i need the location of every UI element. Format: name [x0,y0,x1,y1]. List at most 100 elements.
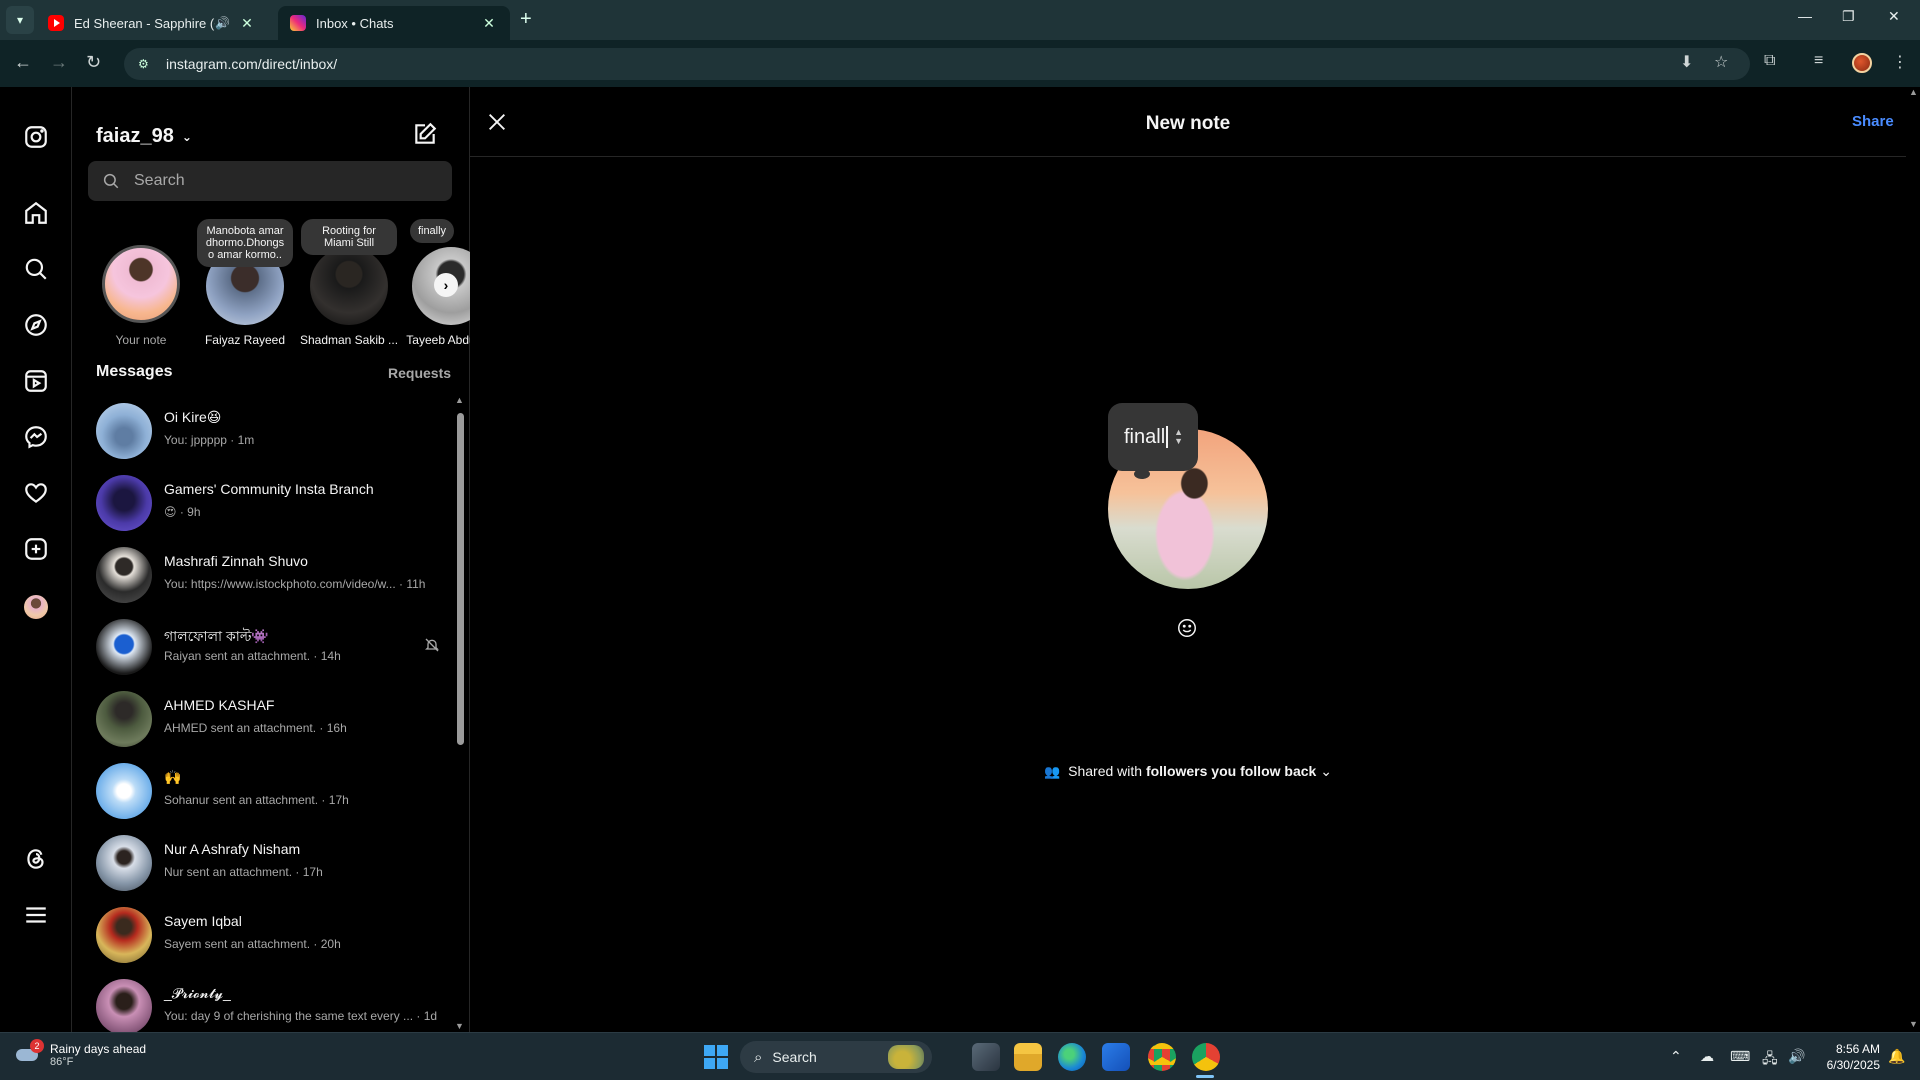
tab-youtube[interactable]: Ed Sheeran - Sapphire (Offi 🔊 ✕ [36,6,268,40]
conversation-item[interactable]: Gamers' Community Insta Branch 😍 · 9h [72,467,452,539]
address-bar[interactable]: ⚙ instagram.com/direct/inbox/ [124,48,1750,80]
page-scrollbar[interactable]: ▲ ▼ [1906,87,1920,1032]
search-icon [103,173,119,189]
instagram-app: faiaz_98 ⌄ Search Your note Manobota ama… [0,87,1920,1032]
spinner-arrows-icon[interactable]: ▲ ▼ [1174,428,1183,446]
scroll-down-icon[interactable]: ▼ [455,1021,464,1031]
speaker-icon[interactable]: 🔊 [215,16,230,30]
system-clock[interactable]: 8:56 AM 6/30/2025 [1810,1041,1880,1073]
people-icon: 👥 [1044,764,1061,779]
file-explorer-icon[interactable] [1014,1043,1042,1071]
reels-icon[interactable] [22,367,50,395]
threads-icon[interactable] [22,845,50,873]
heart-icon[interactable] [22,479,50,507]
note-name: Your note [115,333,167,347]
conversation-name: গালফোলা কাল্ট👾 [164,628,269,644]
account-switcher[interactable]: faiaz_98 ⌄ [96,125,192,148]
share-button[interactable]: Share [1852,113,1894,130]
conversation-item[interactable]: Sayem Iqbal Sayem sent an attachment. · … [72,899,452,971]
conversation-preview: Sayem sent an attachment. · 20h [164,937,341,951]
tab-instagram[interactable]: Inbox • Chats ✕ [278,6,510,40]
install-app-icon[interactable]: ⬇ [1680,52,1693,72]
weather-title: Rainy days ahead [50,1042,147,1056]
weather-widget[interactable]: 2 Rainy days ahead 86°F [14,1039,147,1069]
conversation-item[interactable]: Nur A Ashrafy Nisham Nur sent an attachm… [72,827,452,899]
muted-bell-icon [424,637,440,658]
back-icon[interactable]: ← [14,52,32,73]
conversation-preview: AHMED sent an attachment. · 16h [164,721,347,735]
note-name: Tayeeb Abdu [406,333,470,347]
restore-icon[interactable]: ❐ [1842,8,1855,25]
chrome-active-icon[interactable] [1192,1043,1220,1071]
notes-next-arrow-icon[interactable]: › [434,273,458,297]
instagram-logo-icon[interactable] [22,123,50,151]
close-icon[interactable] [486,111,508,133]
conversation-name: Nur A Ashrafy Nisham [164,841,301,857]
conversation-item[interactable]: Mashrafi Zinnah Shuvo You: https://www.i… [72,539,452,611]
avatar [96,691,152,747]
show-hidden-icons-icon[interactable]: ⌃ [1670,1048,1682,1065]
network-icon[interactable]: 🖧 [1762,1048,1778,1072]
close-window-icon[interactable]: ✕ [1888,8,1900,25]
new-tab-button[interactable]: + [520,8,532,31]
messages-heading: Messages [96,363,173,380]
conversation-item[interactable]: 🙌 Sohanur sent an attachment. · 17h [72,755,452,827]
home-icon[interactable] [22,199,50,227]
note-text-input[interactable]: finall ▲ ▼ [1108,403,1198,471]
profile-avatar-icon[interactable] [1852,53,1872,73]
keyboard-icon[interactable]: ⌨ [1730,1048,1750,1065]
search-input[interactable]: Search [88,161,452,201]
avatar [96,979,152,1032]
scroll-up-icon[interactable]: ▲ [1909,87,1918,97]
store-icon[interactable] [1102,1043,1130,1071]
conversation-scrollbar[interactable]: ▲ ▼ [454,395,466,1032]
clock-time: 8:56 AM [1835,1042,1880,1056]
audience-selector[interactable]: 👥 Shared with followers you follow back … [470,763,1906,780]
conversation-preview: Nur sent an attachment. · 17h [164,865,323,879]
edge-icon[interactable] [1058,1043,1086,1071]
conversation-item[interactable]: _𝓟𝓻𝓲𝓸𝓷𝓽𝔂_ You: day 9 of cherishing the s… [72,971,452,1032]
windows-start-icon[interactable] [704,1045,728,1069]
taskbar-search[interactable]: ⌕ Search [740,1041,932,1073]
bubble-tail [1134,469,1150,479]
scroll-down-icon[interactable]: ▼ [1909,1019,1918,1029]
extensions-icon[interactable]: ⧉ [1764,52,1775,70]
menu-icon[interactable]: ⋮ [1892,52,1908,72]
more-menu-icon[interactable] [22,901,50,929]
reload-icon[interactable]: ↻ [86,52,101,73]
conversation-item[interactable]: AHMED KASHAF AHMED sent an attachment. ·… [72,683,452,755]
chrome-icon[interactable] [1148,1043,1176,1071]
scroll-thumb[interactable] [457,413,464,745]
search-highlight-icon [888,1045,924,1069]
media-control-icon[interactable]: ≡ [1814,52,1823,70]
avatar [96,547,152,603]
chevron-down-icon: ⌄ [181,129,192,144]
close-tab-icon[interactable]: ✕ [480,15,498,32]
onedrive-icon[interactable]: ☁ [1700,1048,1714,1065]
explore-icon[interactable] [22,311,50,339]
forward-icon[interactable]: → [50,52,68,73]
messenger-icon[interactable] [22,423,50,451]
search-icon[interactable] [22,255,50,283]
conversation-name: AHMED KASHAF [164,697,275,713]
volume-icon[interactable]: 🔊 [1788,1048,1805,1065]
notifications-bell-icon[interactable]: 🔔 [1888,1048,1905,1065]
note-name: Shadman Sakib ... [299,333,399,347]
conversation-name: Gamers' Community Insta Branch [164,481,374,497]
emoji-icon[interactable] [1176,617,1198,639]
requests-link[interactable]: Requests [388,365,451,381]
site-info-icon[interactable]: ⚙ [138,57,156,71]
minimize-icon[interactable]: — [1798,8,1812,24]
instagram-icon [290,15,306,31]
create-icon[interactable] [22,535,50,563]
scroll-up-icon[interactable]: ▲ [455,395,464,405]
task-view-icon[interactable] [972,1043,1000,1071]
bookmark-star-icon[interactable]: ☆ [1714,52,1728,72]
profile-avatar[interactable] [22,593,50,621]
compose-icon[interactable] [412,121,440,149]
close-tab-icon[interactable]: ✕ [238,15,256,32]
conversation-item[interactable]: Oi Kire😆 You: jppppp · 1m [72,395,452,467]
tab-search-button[interactable]: ▾ [6,6,34,34]
conversation-item[interactable]: গালফোলা কাল্ট👾 Raiyan sent an attachment… [72,611,452,683]
conversation-name: _𝓟𝓻𝓲𝓸𝓷𝓽𝔂_ [164,985,231,1001]
